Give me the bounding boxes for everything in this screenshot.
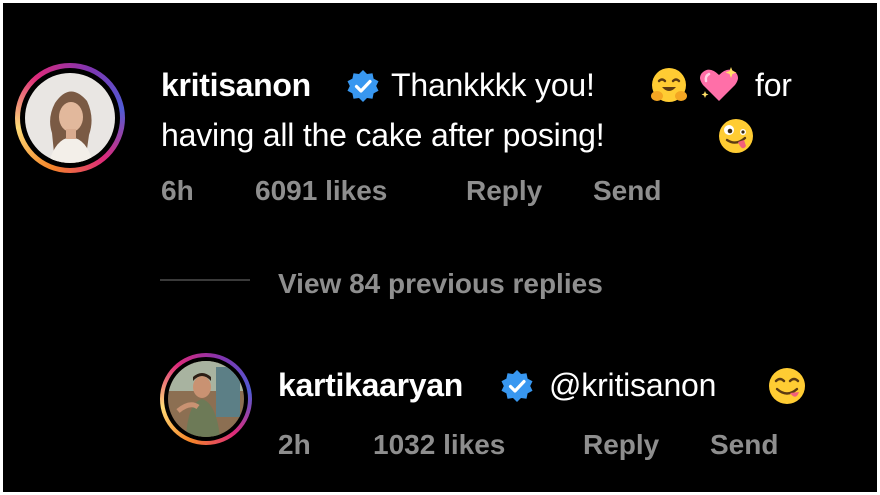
savoring-food-emoji-icon [769,368,805,404]
verified-badge-icon [501,370,533,402]
send-button[interactable]: Send [710,429,778,461]
avatar-kartikaaryan[interactable] [160,353,252,445]
hugging-face-emoji-icon [651,68,687,102]
comment-likes-count[interactable]: 6091 likes [255,175,387,207]
view-previous-replies-button[interactable]: View 84 previous replies [278,268,603,300]
comment-text-line1-end: for [755,67,792,103]
reply-button[interactable]: Reply [583,429,659,461]
avatar-photo [168,361,244,437]
comment-username[interactable]: kritisanon [161,67,311,104]
comment-text-line1: Thankkkk you! [391,67,595,103]
avatar-photo [25,73,115,163]
sparkling-heart-emoji-icon [700,67,738,101]
reply-timestamp: 2h [278,429,311,460]
verified-badge-icon [347,70,379,102]
zany-face-emoji-icon [719,119,753,153]
reply-username[interactable]: kartikaaryan [278,367,463,404]
send-button[interactable]: Send [593,175,661,207]
reply-button[interactable]: Reply [466,175,542,207]
comment-text-line2: having all the cake after posing! [161,117,605,153]
reply-mention-link[interactable]: @kritisanon [549,367,716,404]
reply-likes-count[interactable]: 1032 likes [373,429,505,461]
avatar-kritisanon[interactable] [15,63,125,173]
comment-timestamp: 6h [161,175,194,206]
comment-thread: kritisanon Thankkkk you! for having all … [3,3,877,492]
replies-divider [160,279,250,281]
